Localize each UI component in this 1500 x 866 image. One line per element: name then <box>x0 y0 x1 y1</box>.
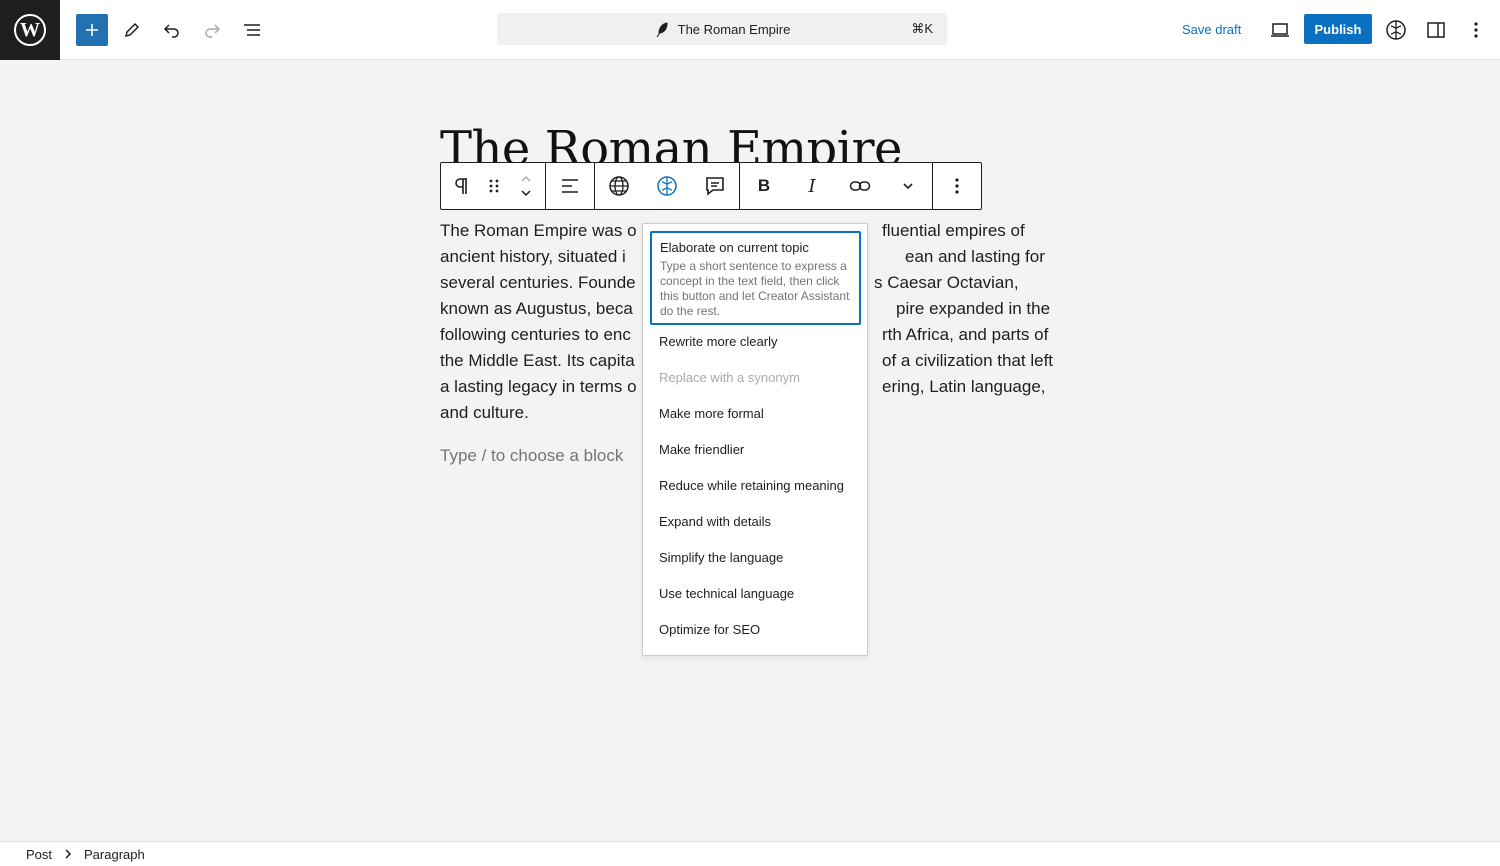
bold-icon: B <box>757 176 771 195</box>
chevron-down-icon[interactable] <box>519 188 533 198</box>
redo-icon <box>205 24 221 38</box>
brain-icon <box>657 176 677 196</box>
menu-item-reduce[interactable]: Reduce while retaining meaning <box>659 476 844 496</box>
paragraph-line: s Caesar Octavian, <box>874 273 1019 292</box>
feather-icon <box>656 22 668 38</box>
breadcrumb: Post Paragraph <box>0 841 1500 866</box>
ai-assistant-toolbar-button[interactable] <box>643 163 691 209</box>
command-title: The Roman Empire <box>677 21 791 37</box>
block-toolbar: B I <box>440 162 982 210</box>
bold-button[interactable]: B <box>740 163 788 209</box>
ai-actions-menu: Elaborate on current topic Type a short … <box>642 223 868 656</box>
align-button[interactable] <box>546 163 594 209</box>
paragraph-left-column: The Roman Empire was o ancient history, … <box>440 218 650 426</box>
tools-button[interactable] <box>116 14 148 46</box>
menu-item-expand[interactable]: Expand with details <box>659 512 771 532</box>
block-mover-group <box>441 163 546 209</box>
paragraph-line: several centuries. Founde <box>440 273 636 292</box>
breadcrumb-item-post[interactable]: Post <box>26 847 52 862</box>
paragraph-right-column: fluential empires of ean and lasting for… <box>842 218 1062 400</box>
paragraph-line: fluential empires of <box>882 221 1025 240</box>
paragraph-line: a lasting legacy in terms o <box>440 377 637 396</box>
preview-button[interactable] <box>1264 14 1296 46</box>
drag-handle[interactable] <box>481 163 507 209</box>
brain-icon <box>1386 20 1406 40</box>
ai-assistant-button[interactable] <box>1380 14 1412 46</box>
paragraph-line: known as Augustus, beca <box>440 299 633 318</box>
settings-sidebar-button[interactable] <box>1420 14 1452 46</box>
move-block-controls <box>507 163 545 209</box>
undo-button[interactable] <box>156 14 188 46</box>
more-vertical-icon <box>1474 22 1478 38</box>
redo-button[interactable] <box>196 14 228 46</box>
chevron-down-icon <box>903 183 913 190</box>
pencil-icon <box>124 22 140 38</box>
menu-item-rewrite[interactable]: Rewrite more clearly <box>659 332 777 352</box>
drag-handle-icon <box>489 179 499 193</box>
menu-item-title: Elaborate on current topic <box>660 240 809 255</box>
wordpress-icon: W <box>14 14 46 46</box>
block-type-button[interactable] <box>441 163 481 209</box>
align-group <box>546 163 595 209</box>
paragraph-line: rth Africa, and parts of <box>882 325 1049 344</box>
menu-item-technical[interactable]: Use technical language <box>659 584 794 604</box>
italic-icon: I <box>808 175 816 197</box>
paragraph-line: pire expanded in the <box>896 299 1051 318</box>
menu-item-elaborate[interactable]: Elaborate on current topic Type a short … <box>650 231 861 325</box>
options-group <box>933 163 981 209</box>
editor-header: W The Roman Empire ⌘K Save draft Publish <box>0 0 1500 60</box>
document-overview-button[interactable] <box>236 14 268 46</box>
more-vertical-icon <box>955 178 959 194</box>
align-left-icon <box>562 179 578 193</box>
menu-item-simplify[interactable]: Simplify the language <box>659 548 783 568</box>
paragraph-line: and culture. <box>440 403 529 422</box>
italic-button[interactable]: I <box>788 163 836 209</box>
chevron-right-icon <box>64 849 72 859</box>
link-button[interactable] <box>836 163 884 209</box>
paragraph-line: the Middle East. Its capita <box>440 351 635 370</box>
paragraph-icon <box>455 178 467 194</box>
undo-icon <box>163 24 179 38</box>
sidebar-icon <box>1427 22 1445 38</box>
paragraph-line: ean and lasting for <box>905 247 1045 266</box>
publish-button[interactable]: Publish <box>1304 14 1372 44</box>
laptop-icon <box>1271 23 1289 37</box>
list-view-icon <box>244 24 260 36</box>
more-formats-button[interactable] <box>884 163 932 209</box>
add-block-button[interactable] <box>76 14 108 46</box>
paragraph-line: The Roman Empire was o <box>440 221 637 240</box>
command-shortcut: ⌘K <box>911 21 933 36</box>
link-icon <box>849 181 871 191</box>
chevron-up-icon[interactable] <box>519 174 533 184</box>
paragraph-line: of a civilization that left <box>882 351 1054 370</box>
plugin-group <box>595 163 740 209</box>
save-draft-button[interactable]: Save draft <box>1170 14 1253 46</box>
comment-icon <box>706 177 724 196</box>
block-placeholder[interactable]: Type / to choose a block <box>440 446 623 466</box>
comment-button[interactable] <box>691 163 739 209</box>
block-options-button[interactable] <box>933 163 981 209</box>
menu-item-formal[interactable]: Make more formal <box>659 404 764 424</box>
paragraph-line: ering, Latin language, <box>882 377 1046 396</box>
menu-item-friendlier[interactable]: Make friendlier <box>659 440 744 460</box>
paragraph-line: following centuries to enc <box>440 325 631 344</box>
globe-icon <box>609 176 629 196</box>
post-title[interactable]: The Roman Empire <box>440 113 902 163</box>
translate-button[interactable] <box>595 163 643 209</box>
menu-item-seo[interactable]: Optimize for SEO <box>659 620 760 640</box>
plus-icon <box>86 24 98 36</box>
wordpress-logo-button[interactable]: W <box>0 0 60 60</box>
command-palette-button[interactable]: The Roman Empire ⌘K <box>497 13 947 45</box>
breadcrumb-item-paragraph[interactable]: Paragraph <box>84 847 145 862</box>
options-button[interactable] <box>1460 14 1492 46</box>
paragraph-line: ancient history, situated i <box>440 247 626 266</box>
menu-item-synonym: Replace with a synonym <box>659 370 800 385</box>
menu-item-description: Type a short sentence to express a conce… <box>660 259 850 318</box>
format-group: B I <box>740 163 933 209</box>
